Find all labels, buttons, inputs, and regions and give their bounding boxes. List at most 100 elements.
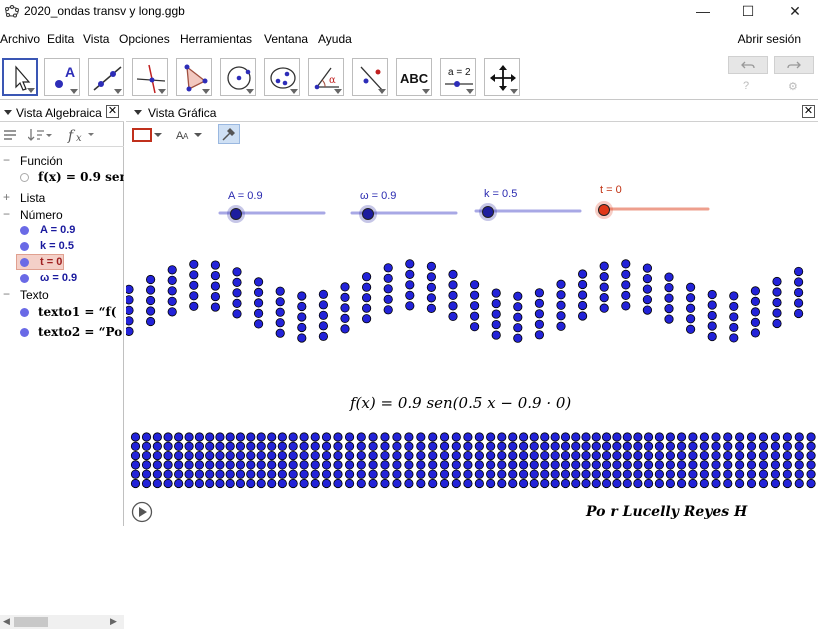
minimize-button[interactable]: — — [680, 0, 726, 22]
function-input-icon[interactable]: fx — [66, 126, 100, 144]
wave-point — [685, 293, 696, 303]
visibility-toggle[interactable] — [20, 328, 29, 337]
text-tool-button[interactable]: ABC — [396, 58, 432, 96]
longitudinal-point — [699, 450, 709, 461]
polygon-tool-button[interactable] — [176, 58, 212, 96]
longitudinal-point — [560, 432, 571, 442]
visibility-toggle[interactable] — [20, 308, 29, 317]
longitudinal-point — [529, 460, 539, 470]
close-graphics-view-button[interactable]: ✕ — [802, 105, 815, 118]
longitudinal-point — [392, 469, 402, 479]
help-icon[interactable]: ? — [743, 80, 749, 92]
ellipse-tool-button[interactable] — [264, 58, 300, 96]
label-style-icon[interactable]: AA — [174, 127, 208, 143]
visibility-toggle[interactable] — [20, 274, 29, 283]
wave-formula-text: f(x) = 0.9 sen(0.5 x − 0.9 · 0) — [350, 394, 572, 412]
longitudinal-point — [174, 478, 184, 489]
slider-handle[interactable] — [230, 208, 242, 220]
longitudinal-point — [540, 478, 550, 489]
graphics-canvas[interactable]: A = 0.9 ω = 0.9 k = 0.5 t = 0 — [126, 147, 818, 527]
number-omega-entry[interactable]: ω = 0.9 — [40, 272, 77, 284]
visibility-toggle[interactable] — [20, 173, 29, 182]
play-button[interactable] — [131, 501, 153, 523]
collapse-arrow-icon[interactable] — [4, 110, 12, 115]
text-texto1-entry[interactable]: texto1 = “f( — [38, 305, 124, 321]
wave-point — [318, 289, 328, 299]
collapse-arrow-icon[interactable] — [134, 110, 142, 115]
function-f-entry[interactable]: f(x) = 0.9 sen — [38, 170, 124, 186]
text-texto2-entry[interactable]: texto2 = “Po — [38, 325, 124, 341]
longitudinal-point — [184, 469, 194, 479]
wave-point — [707, 300, 717, 310]
wave-point — [426, 272, 436, 282]
line-tool-button[interactable] — [88, 58, 124, 96]
menu-ventana[interactable]: Ventana — [264, 32, 308, 46]
circle-tool-button[interactable] — [220, 58, 256, 96]
longitudinal-point — [699, 469, 709, 479]
angle-tool-button[interactable]: α — [308, 58, 344, 96]
category-numero[interactable]: Número — [20, 208, 63, 222]
wave-point — [664, 293, 674, 303]
category-funcion[interactable]: Función — [20, 154, 63, 168]
longitudinal-point — [256, 469, 266, 479]
sort-icon[interactable] — [28, 127, 52, 143]
slider-1[interactable]: ω = 0.9 — [350, 190, 458, 223]
wave-point — [126, 284, 134, 294]
visibility-toggle[interactable] — [20, 258, 29, 267]
style-bar-icon[interactable] — [3, 128, 17, 142]
longitudinal-point — [497, 469, 507, 479]
wave-point — [642, 274, 653, 284]
wave-point — [599, 282, 609, 292]
menu-herramientas[interactable]: Herramientas — [180, 32, 252, 46]
slider-handle[interactable] — [598, 204, 610, 216]
number-k-entry[interactable]: k = 0.5 — [40, 240, 74, 252]
algebra-horizontal-scrollbar[interactable]: ◀ ▶ — [0, 615, 124, 629]
longitudinal-point — [622, 469, 632, 479]
longitudinal-point — [439, 460, 450, 470]
longitudinal-point — [225, 478, 235, 489]
menu-opciones[interactable]: Opciones — [119, 32, 170, 46]
longitudinal-point — [163, 469, 173, 479]
scroll-left-icon[interactable]: ◀ — [3, 616, 10, 627]
gear-icon[interactable]: ⚙ — [788, 80, 798, 93]
longitudinal-point — [246, 469, 256, 479]
menu-archivo[interactable]: Archivo — [0, 32, 40, 46]
menu-vista[interactable]: Vista — [83, 32, 109, 46]
number-A-entry[interactable]: A = 0.9 — [40, 224, 75, 236]
longitudinal-point — [550, 450, 560, 461]
longitudinal-point — [770, 478, 781, 489]
number-t-entry[interactable]: t = 0 — [40, 256, 62, 268]
maximize-button[interactable]: ☐ — [725, 0, 771, 22]
slider-3[interactable]: t = 0 — [595, 184, 710, 219]
slider-handle[interactable] — [362, 208, 374, 220]
visibility-toggle[interactable] — [20, 226, 29, 235]
slider-tool-button[interactable]: a = 2 — [440, 58, 476, 96]
longitudinal-point — [246, 478, 256, 489]
undo-button[interactable] — [728, 56, 768, 74]
move-view-tool-button[interactable] — [484, 58, 520, 96]
perpendicular-tool-button[interactable] — [132, 58, 168, 96]
axes-grid-toggle-icon[interactable] — [132, 127, 166, 143]
category-lista[interactable]: Lista — [20, 191, 45, 205]
slider-2[interactable]: k = 0.5 — [474, 188, 582, 221]
menu-edita[interactable]: Edita — [47, 32, 74, 46]
visibility-toggle[interactable] — [20, 242, 29, 251]
longitudinal-point — [310, 478, 320, 489]
slider-0[interactable]: A = 0.9 — [218, 190, 326, 223]
longitudinal-point — [591, 450, 601, 461]
redo-button[interactable] — [774, 56, 814, 74]
slider-handle[interactable] — [482, 206, 494, 218]
sign-in-link[interactable]: Abrir sesión — [738, 32, 801, 46]
close-window-button[interactable]: ✕ — [772, 0, 818, 22]
scroll-right-icon[interactable]: ▶ — [110, 616, 117, 627]
longitudinal-point — [601, 478, 612, 489]
scrollbar-thumb[interactable] — [14, 617, 48, 627]
longitudinal-point — [794, 450, 804, 461]
move-tool-button[interactable] — [2, 58, 38, 96]
close-algebra-view-button[interactable]: ✕ — [106, 105, 119, 118]
point-tool-button[interactable]: A — [44, 58, 80, 96]
reflect-tool-button[interactable] — [352, 58, 388, 96]
pin-toggle-button[interactable] — [218, 124, 240, 144]
menu-ayuda[interactable]: Ayuda — [318, 32, 352, 46]
category-texto[interactable]: Texto — [20, 288, 49, 302]
